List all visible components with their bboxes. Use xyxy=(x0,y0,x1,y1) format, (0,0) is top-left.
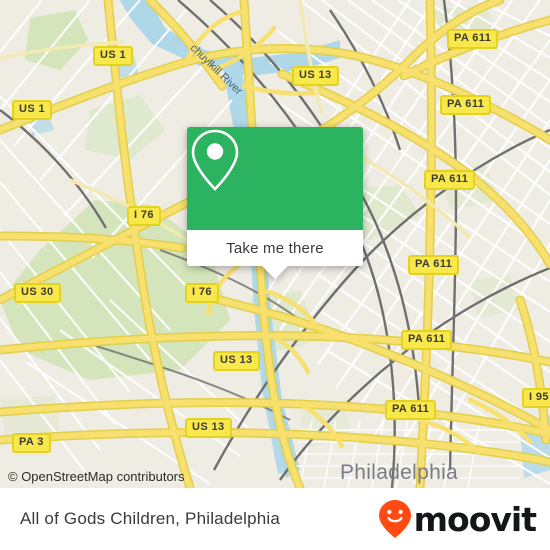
place-title: All of Gods Children, Philadelphia xyxy=(20,509,281,528)
callout-pointer xyxy=(262,266,288,279)
road-shield: PA 3 xyxy=(12,433,51,453)
road-shield: US 13 xyxy=(292,66,339,86)
moovit-smiley-pin-icon xyxy=(378,500,411,538)
road-shield: PA 611 xyxy=(440,95,492,115)
place-callout-card[interactable]: Take me there xyxy=(187,127,363,279)
moovit-brand[interactable]: moovit xyxy=(377,499,537,539)
road-shield: US 30 xyxy=(14,283,61,303)
moovit-map-screenshot: chuylkill River Philadelphia US 1 US 1 US … xyxy=(0,0,550,550)
road-shield: I 76 xyxy=(185,283,219,303)
map-attribution: © OpenStreetMap contributors xyxy=(8,469,185,484)
road-shield: PA 611 xyxy=(385,400,437,420)
road-shield: PA 611 xyxy=(401,330,453,350)
road-shield: PA 611 xyxy=(424,170,476,190)
road-shield: I 76 xyxy=(127,206,161,226)
map-pin-icon xyxy=(191,129,239,191)
city-label-philadelphia: Philadelphia xyxy=(340,461,459,484)
callout-image-area xyxy=(187,127,363,230)
road-shield: PA 611 xyxy=(408,255,460,275)
map-canvas[interactable]: chuylkill River Philadelphia US 1 US 1 US … xyxy=(0,0,550,488)
road-shield: US 1 xyxy=(12,100,53,120)
take-me-there-label: Take me there xyxy=(226,239,324,257)
moovit-wordmark: moovit xyxy=(413,499,537,539)
road-shield: US 13 xyxy=(213,351,260,371)
take-me-there-button[interactable]: Take me there xyxy=(187,230,363,266)
road-shield: US 13 xyxy=(185,418,232,438)
road-shield: PA 611 xyxy=(447,29,499,49)
road-shield: US 1 xyxy=(93,46,134,66)
road-shield: I 95 xyxy=(522,388,550,408)
footer-bar: All of Gods Children, Philadelphia moovi… xyxy=(0,488,550,550)
